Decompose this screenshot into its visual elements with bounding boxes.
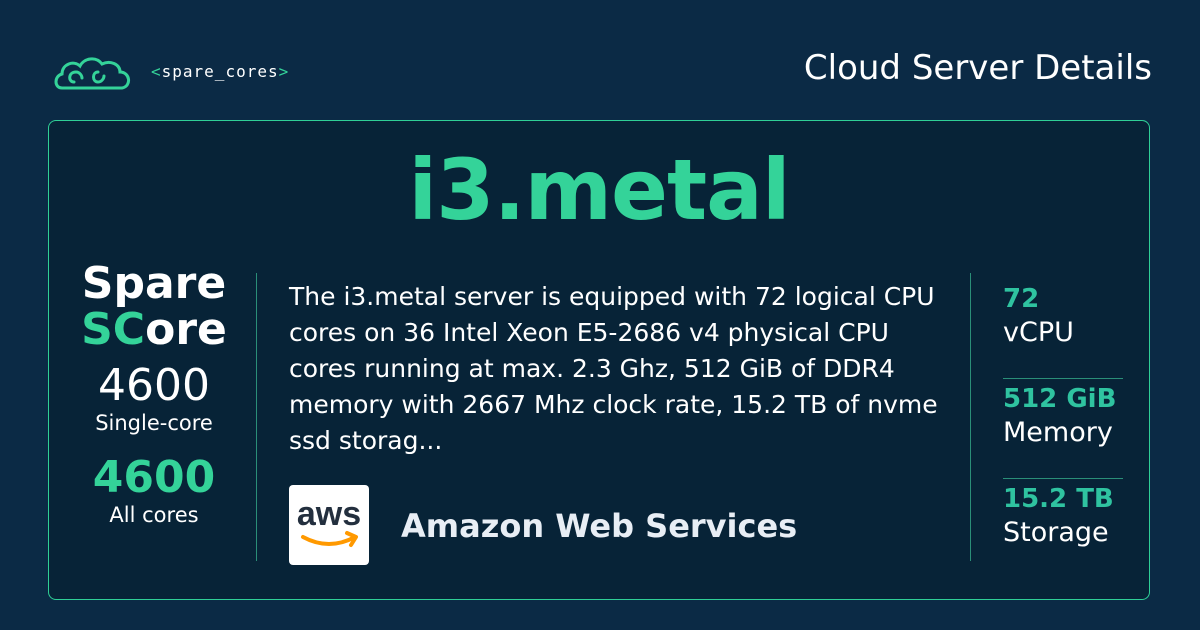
spare-score-panel: Spare SCore 4600 Single-core 4600 All co… bbox=[69, 258, 239, 528]
spare-label: Spare bbox=[81, 258, 227, 309]
spec-value: 512 GiB bbox=[1003, 384, 1117, 414]
divider bbox=[970, 273, 971, 561]
single-core-score: 4600 bbox=[98, 360, 210, 411]
spec-vcpu: 72 vCPU bbox=[1003, 279, 1123, 379]
aws-logo-text: aws bbox=[297, 495, 361, 533]
divider bbox=[256, 273, 257, 561]
page-title: Cloud Server Details bbox=[803, 48, 1152, 88]
single-core-label: Single-core bbox=[95, 411, 213, 435]
score-label: SCore bbox=[81, 304, 227, 355]
server-name: i3.metal bbox=[408, 141, 790, 239]
brand-name: <spare_cores> bbox=[151, 62, 290, 81]
spec-value: 72 bbox=[1003, 284, 1040, 314]
spec-label: Memory bbox=[1003, 417, 1113, 448]
all-cores-label: All cores bbox=[109, 503, 199, 527]
spec-label: Storage bbox=[1003, 517, 1109, 548]
spec-value: 15.2 TB bbox=[1003, 484, 1114, 514]
all-cores-score: 4600 bbox=[92, 452, 216, 503]
spec-memory: 512 GiB Memory bbox=[1003, 379, 1123, 479]
aws-logo: aws bbox=[289, 485, 369, 565]
spec-storage: 15.2 TB Storage bbox=[1003, 479, 1123, 579]
vendor-name: Amazon Web Services bbox=[401, 507, 798, 545]
server-description: The i3.metal server is equipped with 72 … bbox=[289, 282, 938, 455]
spare-cores-logo-icon bbox=[54, 57, 130, 90]
spec-label: vCPU bbox=[1003, 317, 1074, 348]
server-card: i3.metal Spare SCore 4600 Single-core 46… bbox=[48, 120, 1150, 600]
specs-panel: 72 vCPU 512 GiB Memory 15.2 TB Storage bbox=[1003, 279, 1123, 579]
